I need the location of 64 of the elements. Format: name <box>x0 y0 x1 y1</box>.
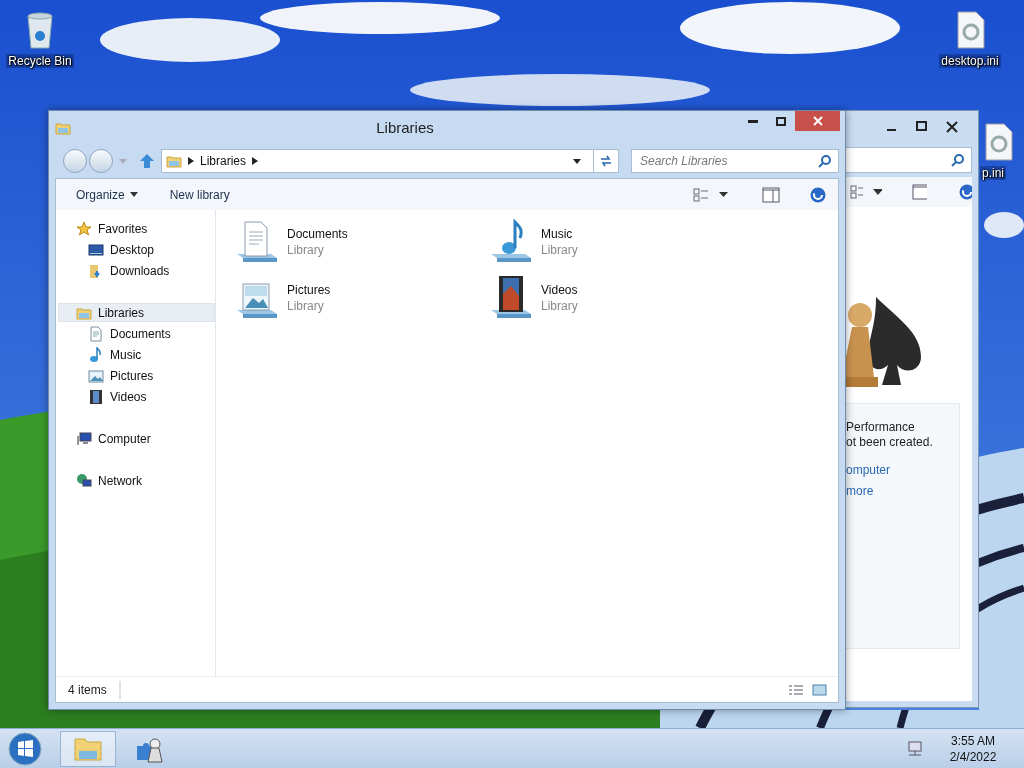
close-icon <box>812 116 823 126</box>
network-icon[interactable] <box>906 739 924 758</box>
library-item[interactable]: Music Library <box>487 214 741 270</box>
time: 3:55 AM <box>951 733 995 748</box>
search-icon <box>818 154 832 168</box>
search-icon <box>951 153 965 167</box>
navigation-item[interactable]: Libraries <box>58 303 215 322</box>
desktop-icon-label[interactable]: p.ini <box>980 166 1006 180</box>
panel-link[interactable]: more <box>846 481 959 502</box>
clock[interactable]: 3:55 AM 2/4/2022 <box>930 733 1016 764</box>
maximize-icon <box>776 116 786 126</box>
library-item[interactable]: Videos Library <box>487 270 741 326</box>
close-button[interactable] <box>795 111 840 131</box>
close-icon[interactable] <box>946 121 958 133</box>
navigation-item[interactable]: Computer <box>56 429 215 448</box>
chevron-icon[interactable] <box>252 157 259 165</box>
library-item[interactable]: Documents Library <box>233 214 487 270</box>
navigation-item[interactable]: Downloads <box>56 261 215 280</box>
new-library-button[interactable]: New library <box>163 184 236 205</box>
panel-text: Performance <box>846 420 916 435</box>
music-note-icon <box>88 346 104 363</box>
search-field[interactable]: Search Libraries <box>631 149 839 173</box>
navigation-item[interactable]: Documents <box>56 324 215 343</box>
document-icon <box>88 325 104 342</box>
picture-icon <box>88 367 104 384</box>
search-field[interactable] <box>846 147 972 173</box>
star-icon <box>76 220 92 237</box>
navigation-item[interactable]: Desktop <box>56 240 215 259</box>
film-icon <box>88 388 104 405</box>
window-title: Libraries <box>375 119 435 136</box>
navigation-item[interactable]: Videos <box>56 387 215 406</box>
breadcrumb[interactable]: Libraries <box>200 154 247 168</box>
item-count: 4 items <box>68 680 121 699</box>
caret-icon[interactable] <box>873 189 882 195</box>
caret-icon[interactable] <box>573 158 581 164</box>
panel-text: ot been created. <box>846 435 934 450</box>
navigation-item[interactable]: Favorites <box>56 219 215 238</box>
minimize-icon <box>748 119 758 123</box>
maximize-icon[interactable] <box>916 121 928 133</box>
up-arrow-icon[interactable] <box>139 153 155 169</box>
navigation-item[interactable]: Network <box>56 471 215 490</box>
desktop-icon <box>88 241 104 258</box>
help-icon[interactable] <box>958 184 972 200</box>
computer-icon <box>76 430 92 447</box>
library-icon <box>166 153 182 169</box>
caret-icon[interactable] <box>719 192 728 197</box>
panel-link[interactable]: omputer <box>846 460 959 481</box>
desktop-icon-label[interactable]: Recycle Bin <box>6 54 74 68</box>
network-icon <box>76 472 92 489</box>
view-options-icon[interactable] <box>693 187 709 202</box>
preview-pane-icon[interactable] <box>762 186 780 203</box>
navigation-item[interactable]: Music <box>56 345 215 364</box>
help-icon[interactable] <box>810 186 826 203</box>
date: 2/4/2022 <box>949 749 997 764</box>
navigation-item[interactable]: Pictures <box>56 366 215 385</box>
refresh-icon <box>599 155 613 167</box>
address-field[interactable]: Libraries <box>161 149 619 173</box>
desktop-icon-label[interactable]: desktop.ini <box>939 54 1001 68</box>
view-options-icon[interactable] <box>850 185 864 199</box>
caret-icon <box>129 192 138 197</box>
library-item[interactable]: Pictures Library <box>233 270 487 326</box>
chevron-icon[interactable] <box>188 157 194 165</box>
organize-menu[interactable]: Organize <box>70 184 144 205</box>
cloud-drawing <box>984 212 1024 238</box>
